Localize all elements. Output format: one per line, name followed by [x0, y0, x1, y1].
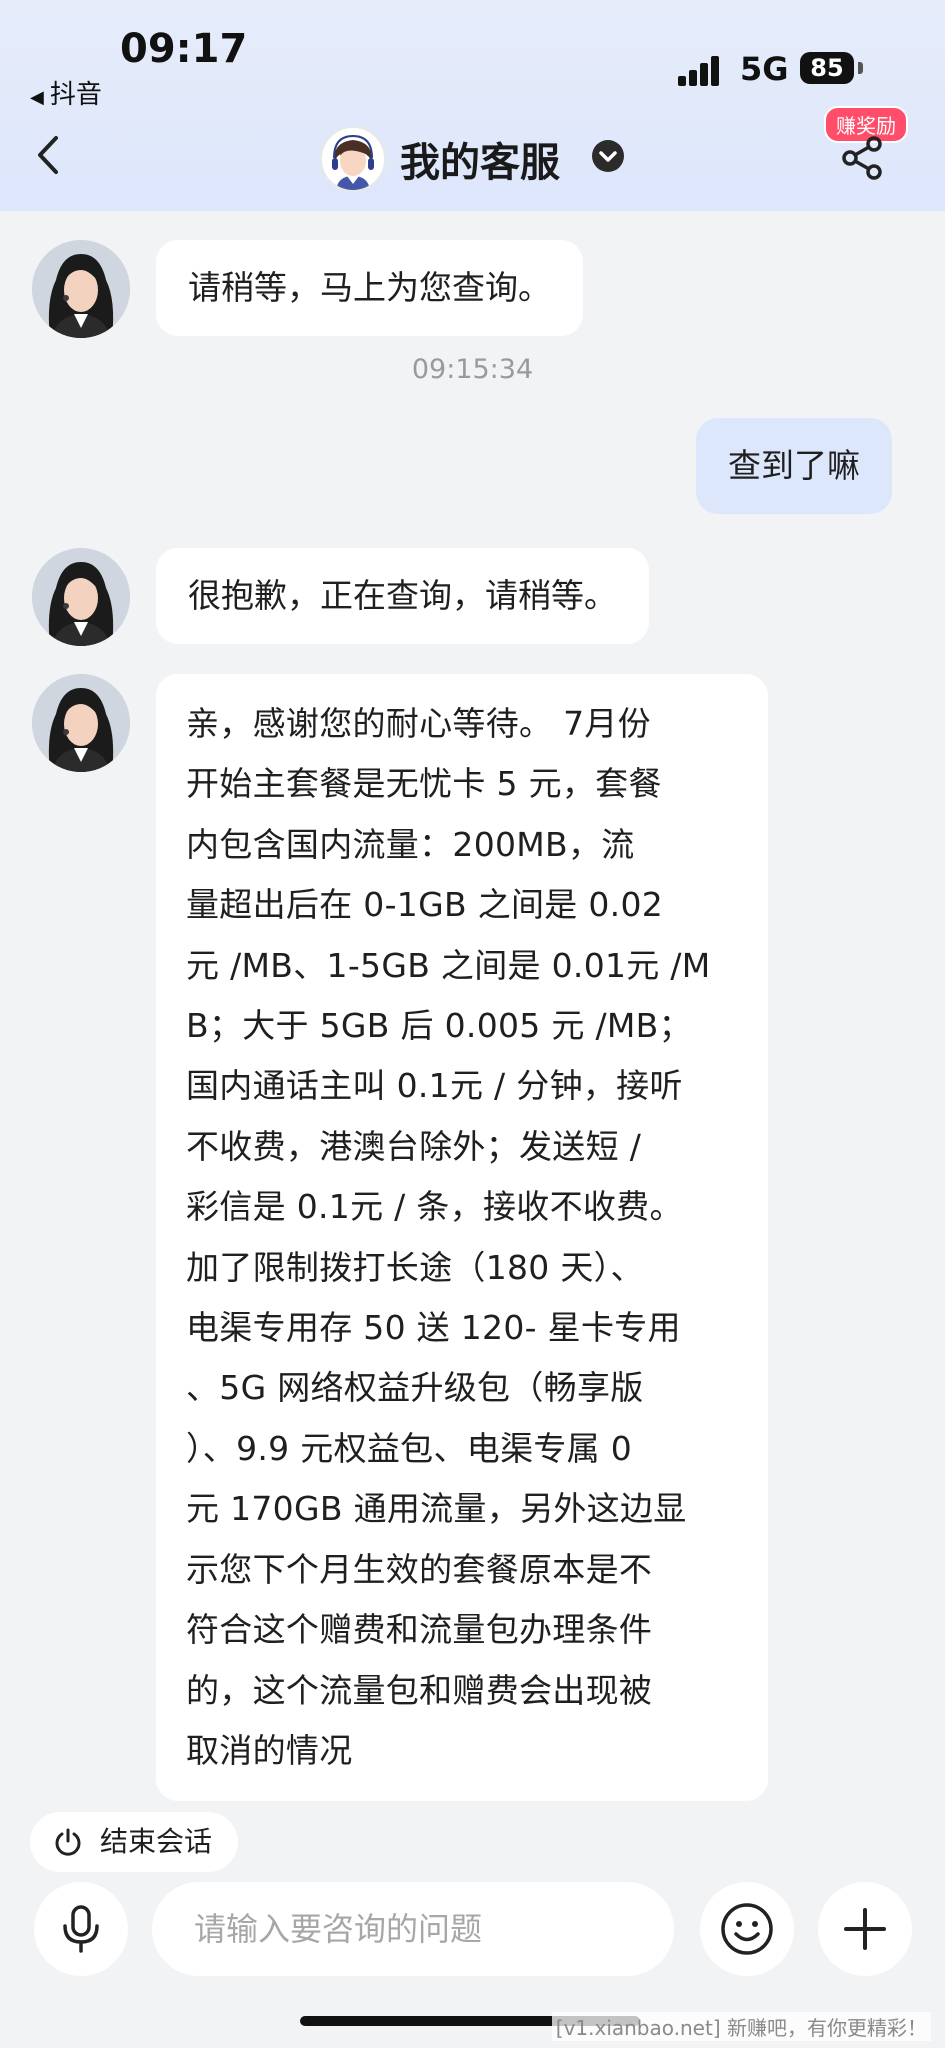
- page-title: 我的客服: [400, 140, 560, 186]
- more-options-button[interactable]: [818, 1882, 912, 1976]
- agent-long-message-bubble: 亲，感谢您的耐心等待。 7月份 开始主套餐是无忧卡 5 元，套餐 内包含国内流量…: [156, 674, 768, 1802]
- agent-message-bubble: 请稍等，马上为您查询。: [156, 240, 583, 336]
- question-input[interactable]: 请输入要咨询的问题: [152, 1882, 674, 1976]
- service-avatar: [320, 126, 386, 192]
- message-line: 开始主套餐是无忧卡 5 元，套餐: [186, 764, 662, 804]
- message-line: 元 170GB 通用流量，另外这边显: [186, 1489, 687, 1529]
- plus-icon: [844, 1908, 886, 1950]
- message-line: 元 /MB、1-5GB 之间是 0.01元 /M: [186, 945, 711, 985]
- agent-message-bubble: 很抱歉，正在查询，请稍等。: [156, 548, 649, 644]
- signal-icon: [678, 52, 728, 86]
- user-message-bubble: 查到了嘛: [696, 418, 892, 514]
- back-icon[interactable]: [30, 130, 70, 180]
- verified-icon[interactable]: [592, 140, 624, 172]
- emoji-button[interactable]: [700, 1882, 794, 1976]
- message-line: 加了限制拨打长途（180 天）、: [186, 1247, 644, 1287]
- power-icon: [55, 1828, 81, 1856]
- message-line: 不收费，港澳台除外；发送短 /: [186, 1126, 642, 1166]
- agent-avatar: [32, 240, 130, 338]
- message-line: 彩信是 0.1元 / 条，接收不收费。: [186, 1187, 683, 1227]
- message-line: 符合这个赠费和流量包办理条件: [186, 1610, 653, 1650]
- message-line: 电渠专用存 50 送 120- 星卡专用: [186, 1308, 681, 1348]
- message-line: 内包含国内流量：200MB，流: [186, 824, 635, 864]
- back-app-label: 抖音: [49, 80, 102, 110]
- end-session-button[interactable]: 结束会话: [30, 1812, 239, 1872]
- status-time: 09:17: [120, 26, 248, 72]
- header: 09:17 ◀ 抖音 5G 85 我的客服 赚奖励: [0, 0, 945, 211]
- agent-avatar: [32, 548, 130, 646]
- agent-avatar: [32, 674, 130, 772]
- network-label: 5G: [740, 50, 789, 88]
- message-timestamp: 09:15:34: [411, 354, 534, 385]
- message-line: ）、9.9 元权益包、电渠专属 0: [186, 1428, 633, 1468]
- message-line: 国内通话主叫 0.1元 / 分钟，接听: [186, 1066, 683, 1106]
- message-line: 量超出后在 0-1GB 之间是 0.02: [186, 885, 664, 925]
- battery-icon: 85: [800, 52, 854, 84]
- message-line: 示您下个月生效的套餐原本是不: [186, 1549, 653, 1589]
- back-triangle-icon: ◀: [30, 87, 44, 108]
- battery-tip: [858, 62, 863, 74]
- message-line: 亲，感谢您的耐心等待。 7月份: [186, 704, 651, 743]
- back-to-app-link[interactable]: ◀ 抖音: [30, 74, 102, 111]
- message-line: B；大于 5GB 后 0.005 元 /MB；: [186, 1006, 692, 1046]
- microphone-icon: [63, 1905, 99, 1953]
- share-icon[interactable]: [838, 132, 888, 182]
- voice-input-button[interactable]: [34, 1882, 128, 1976]
- emoji-icon: [721, 1903, 773, 1955]
- message-line: 的，这个流量包和赠费会出现被: [186, 1670, 653, 1710]
- watermark: [v1.xianbao.net] 新赚吧，有你更精彩！: [551, 2012, 931, 2041]
- message-line: 、5G 网络权益升级包（畅享版: [186, 1368, 644, 1408]
- end-session-label: 结束会话: [100, 1825, 213, 1858]
- message-line: 取消的情况: [186, 1730, 353, 1770]
